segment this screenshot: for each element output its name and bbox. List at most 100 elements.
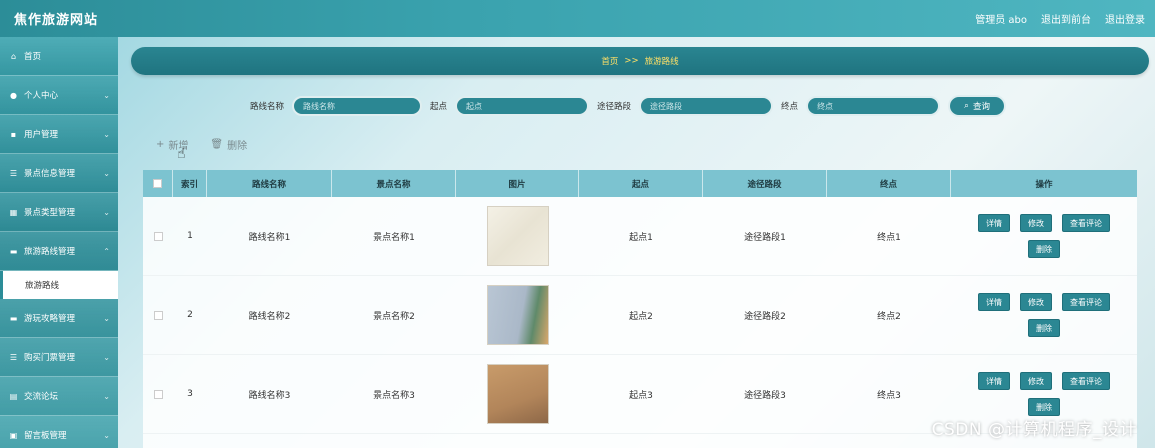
chevron-down-icon: ⌄ (103, 90, 110, 100)
breadcrumb: 首页 >> 旅游路线 (131, 47, 1149, 75)
sidebar-item-label: 交流论坛 (24, 392, 59, 402)
header-ops: 操作 (1035, 179, 1053, 190)
sidebar-item-label: 游玩攻略管理 (24, 314, 76, 324)
row-index: 1 (187, 231, 193, 241)
detail-button[interactable]: 详情 (978, 372, 1010, 390)
header-via: 途径路段 (703, 170, 827, 197)
row-ops: 详情 修改 查看评论 删除 (969, 372, 1119, 416)
row-checkbox[interactable] (143, 355, 173, 433)
view-comments-button[interactable]: 查看评论 (1062, 372, 1110, 390)
search-button[interactable]: ⌕ 查询 (948, 95, 1007, 117)
edit-button[interactable]: 修改 (1020, 214, 1052, 232)
chevron-down-icon: ⌄ (103, 168, 110, 178)
row-via: 途径路段2 (744, 311, 786, 322)
route-icon: ▬ (9, 246, 18, 256)
home-icon: ⌂ (10, 51, 17, 61)
route-map-image (486, 364, 549, 424)
chevron-down-icon: ⌄ (103, 129, 110, 139)
sidebar-item-message[interactable]: ▣ 留言板管理 ⌄ (0, 416, 118, 448)
sidebar-item-ticket[interactable]: ☰ 购买门票管理 ⌄ (0, 338, 118, 377)
sidebar-item-label: 用户管理 (24, 130, 59, 140)
sidebar-item-route[interactable]: ▬ 旅游路线管理 ⌃ (0, 232, 118, 271)
row-start: 起点1 (629, 232, 653, 243)
row-spot: 景点名称1 (373, 232, 415, 243)
top-bar: 焦作旅游网站 管理员 abo 退出到前台 退出登录 (0, 0, 1155, 37)
search-icon: ⌕ (964, 101, 969, 111)
view-comments-button[interactable]: 查看评论 (1062, 293, 1110, 311)
sidebar-item-label: 景点类型管理 (24, 208, 76, 218)
guide-icon: ▬ (9, 313, 18, 323)
back-to-front-link[interactable]: 退出到前台 (1041, 11, 1091, 26)
row-spot: 景点名称2 (373, 311, 415, 322)
row-via: 途径路段3 (744, 390, 786, 401)
route-map-image (486, 285, 549, 345)
sidebar-item-label: 景点信息管理 (24, 169, 76, 179)
delete-button[interactable]: 🗑 删除 (210, 137, 247, 152)
route-name-label: 路线名称 (250, 102, 285, 112)
chevron-down-icon: ⌄ (103, 352, 110, 362)
sidebar-item-label: 首页 (24, 52, 42, 62)
top-right-menu: 管理员 abo 退出到前台 退出登录 (975, 11, 1145, 26)
via-input[interactable]: 途径路段 (639, 96, 774, 116)
chevron-down-icon: ⌄ (103, 313, 110, 323)
edit-button[interactable]: 修改 (1020, 372, 1052, 390)
sidebar-item-spot-type[interactable]: ▦ 景点类型管理 ⌄ (0, 193, 118, 232)
delete-row-button[interactable]: 删除 (1028, 398, 1060, 416)
header-image: 图片 (456, 170, 579, 197)
sidebar-item-home[interactable]: ⌂ 首页 (0, 37, 118, 76)
sidebar-item-spot-info[interactable]: ☰ 景点信息管理 ⌄ (0, 154, 118, 193)
view-comments-button[interactable]: 查看评论 (1062, 214, 1110, 232)
watermark: CSDN @计算机程序_设计 (931, 420, 1137, 440)
sidebar-item-label: 留言板管理 (24, 431, 67, 441)
row-ops: 详情 修改 查看评论 删除 (969, 293, 1119, 337)
plus-icon: + (156, 139, 165, 150)
delete-row-button[interactable]: 删除 (1028, 240, 1060, 258)
detail-button[interactable]: 详情 (978, 214, 1010, 232)
sidebar-subitem-route[interactable]: 旅游路线 (0, 271, 118, 299)
sidebar-item-users[interactable]: ▪ 用户管理 ⌄ (0, 115, 118, 154)
detail-button[interactable]: 详情 (978, 293, 1010, 311)
header-route: 路线名称 (207, 170, 332, 197)
breadcrumb-home[interactable]: 首页 (601, 55, 618, 67)
breadcrumb-current: 旅游路线 (644, 57, 679, 67)
sidebar-item-guide[interactable]: ▬ 游玩攻略管理 ⌄ (0, 299, 118, 338)
chevron-up-icon: ⌃ (103, 246, 110, 256)
sidebar: ⌂ 首页 ● 个人中心 ⌄ ▪ 用户管理 ⌄ ☰ 景点信息管理 ⌄ ▦ 景点类型管理 ⌄ … (0, 37, 118, 448)
row-end: 终点1 (877, 232, 901, 243)
route-map-image (486, 206, 549, 266)
table-header: 索引 路线名称 景点名称 图片 起点 途径路段 终点 操作 (143, 170, 1137, 197)
users-icon: ▪ (10, 129, 17, 139)
row-start: 起点3 (629, 390, 653, 401)
start-input[interactable]: 起点 (455, 96, 590, 116)
via-label: 途径路段 (597, 102, 632, 112)
end-input[interactable]: 终点 (806, 96, 941, 116)
row-checkbox[interactable] (143, 197, 173, 275)
route-table: 索引 路线名称 景点名称 图片 起点 途径路段 终点 操作 1 路线名称1 景点… (143, 170, 1137, 448)
sidebar-item-label: 个人中心 (24, 91, 59, 101)
select-all-checkbox[interactable] (143, 170, 173, 197)
sidebar-item-personal[interactable]: ● 个人中心 ⌄ (0, 76, 118, 115)
header-end: 终点 (827, 170, 951, 197)
toolbar: + 新增 🗑 删除 (156, 137, 247, 152)
delete-label: 删除 (227, 141, 248, 152)
ticket-icon: ☰ (9, 352, 18, 362)
site-title: 焦作旅游网站 (14, 13, 99, 28)
sidebar-item-forum[interactable]: ▤ 交流论坛 ⌄ (0, 377, 118, 416)
list-icon: ☰ (9, 168, 18, 178)
search-bar: 路线名称 路线名称 起点 起点 途径路段 途径路段 终点 终点 ⌕ 查询 (250, 95, 1007, 117)
grid-icon: ▦ (9, 207, 18, 217)
header-index: 索引 (173, 170, 207, 197)
trash-icon: 🗑 (210, 139, 224, 150)
row-route: 路线名称1 (248, 232, 291, 243)
logout-link[interactable]: 退出登录 (1105, 11, 1145, 26)
row-checkbox[interactable] (143, 276, 173, 354)
forum-icon: ▤ (9, 391, 18, 401)
route-name-input[interactable]: 路线名称 (292, 96, 423, 116)
breadcrumb-separator: >> (624, 56, 639, 66)
delete-row-button[interactable]: 删除 (1028, 319, 1060, 337)
row-via: 途径路段1 (744, 232, 786, 243)
chevron-down-icon: ⌄ (103, 430, 110, 440)
sidebar-item-label: 旅游路线管理 (24, 247, 76, 257)
row-spot: 景点名称3 (373, 390, 415, 401)
edit-button[interactable]: 修改 (1020, 293, 1052, 311)
